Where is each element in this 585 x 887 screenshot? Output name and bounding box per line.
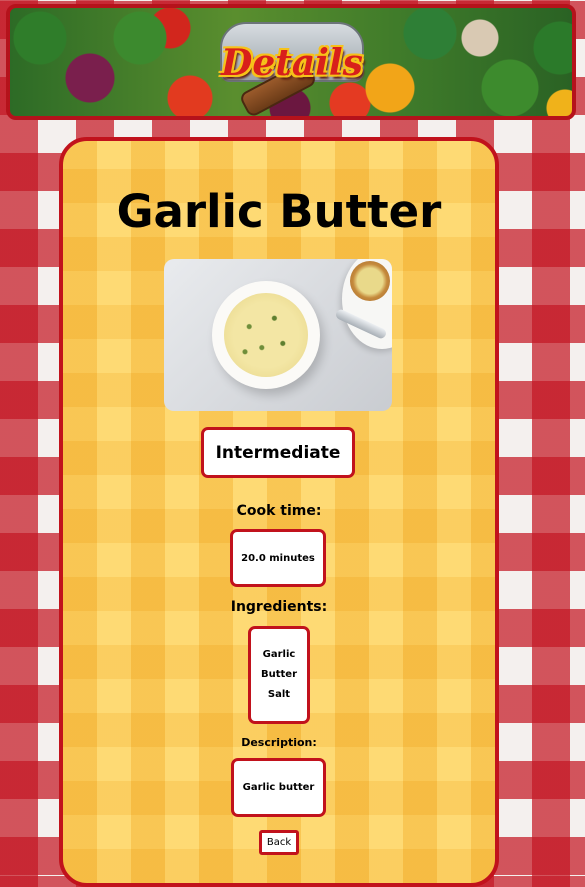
butter-image bbox=[224, 293, 308, 377]
recipe-details-card: Garlic Butter Intermediate Cook time: 20… bbox=[59, 137, 499, 887]
bowl-image bbox=[212, 281, 320, 389]
recipe-title: Garlic Butter bbox=[116, 185, 442, 238]
difficulty-badge: Intermediate bbox=[201, 427, 355, 478]
logo-text: Details bbox=[221, 42, 363, 84]
back-button[interactable]: Back bbox=[259, 830, 299, 855]
cook-time-label: Cook time: bbox=[236, 503, 322, 519]
ingredient-item: Butter bbox=[260, 669, 297, 680]
ingredient-item: Salt bbox=[267, 689, 291, 700]
details-logo: Details bbox=[212, 16, 372, 116]
ingredients-label: Ingredients: bbox=[230, 599, 328, 615]
ingredient-item: Garlic bbox=[262, 649, 296, 660]
description-value: Garlic butter bbox=[231, 758, 326, 817]
header-banner: Details bbox=[6, 4, 576, 120]
ingredients-list: Garlic Butter Salt bbox=[248, 626, 310, 724]
recipe-photo bbox=[164, 259, 392, 411]
description-label: Description: bbox=[241, 736, 317, 749]
cook-time-value: 20.0 minutes bbox=[230, 529, 326, 587]
bread-image bbox=[350, 261, 390, 301]
